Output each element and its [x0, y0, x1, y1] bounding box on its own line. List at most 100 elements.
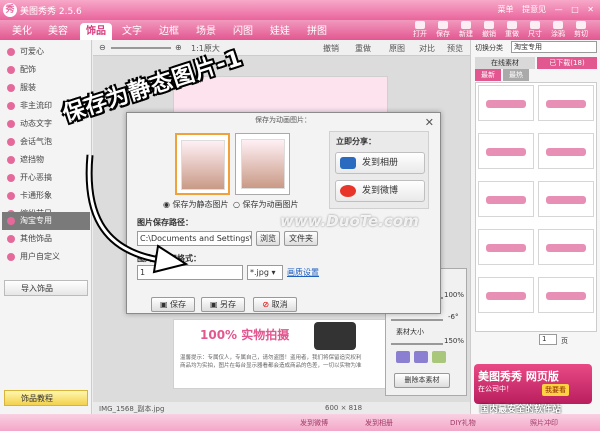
cancel-button[interactable]: ⊘ 取消 [253, 297, 297, 312]
compare-button[interactable]: 对比 [419, 43, 435, 54]
doodle-button[interactable]: 涂鸦 [548, 21, 568, 39]
share-album-button[interactable]: 发到相册 [335, 152, 425, 174]
floppy-icon: ▣ [159, 300, 171, 309]
tab-text[interactable]: 文字 [116, 23, 148, 40]
watermark: www.DuoTe.com [280, 212, 419, 230]
share-album-link[interactable]: 发到相册 [365, 418, 393, 428]
original-button[interactable]: 原图 [389, 43, 405, 54]
cartoon-icon [7, 192, 15, 200]
bow-icon [7, 66, 15, 74]
sidebar-item-speech-bubble[interactable]: 会话气泡 [2, 133, 90, 151]
dialog-close-icon[interactable]: ✕ [425, 116, 434, 129]
crop-button[interactable]: 剪切 [571, 21, 591, 39]
maximize-icon[interactable]: □ [571, 5, 579, 14]
material-thumb[interactable] [478, 85, 534, 121]
size-button[interactable]: 尺寸 [525, 21, 545, 39]
zoom-out-icon[interactable]: ⊖ [99, 43, 106, 52]
tab-face[interactable]: 美容 [42, 23, 74, 40]
page-input[interactable]: 1 [539, 334, 557, 345]
smile-icon [7, 174, 15, 182]
gif-photo [240, 139, 285, 189]
sidebar-item-cute-heart[interactable]: 可爱心 [2, 43, 90, 61]
bubble-icon [7, 138, 15, 146]
mask-icon [7, 156, 15, 164]
material-thumb[interactable] [478, 277, 534, 313]
material-thumb[interactable] [538, 229, 594, 265]
sidebar-item-custom[interactable]: 用户自定义 [2, 248, 90, 266]
tab-frame[interactable]: 边框 [153, 23, 185, 40]
close-icon[interactable]: ✕ [587, 5, 594, 14]
open-button[interactable]: 打开 [410, 21, 430, 39]
feedback-link[interactable]: 提意见 [522, 5, 546, 14]
sidebar-item-funny[interactable]: 开心恶搞 [2, 169, 90, 187]
size-label: 素材大小 [396, 328, 424, 336]
sidebar-item-accessory[interactable]: 配饰 [2, 61, 90, 79]
gif-preview[interactable] [235, 133, 290, 195]
material-thumb[interactable] [478, 229, 534, 265]
sidebar-item-cover[interactable]: 遮挡物 [2, 151, 90, 169]
material-thumb[interactable] [538, 133, 594, 169]
heart-icon [7, 48, 15, 56]
file-name: IMG_1568_副本.jpg [99, 405, 165, 413]
grid-icon [7, 235, 15, 243]
redo-button[interactable]: 重做 [355, 43, 371, 54]
material-thumb[interactable] [538, 181, 594, 217]
material-thumb[interactable] [478, 181, 534, 217]
format-select[interactable]: *.jpg ▾ [247, 265, 283, 280]
share-weibo-link[interactable]: 发到微博 [300, 418, 328, 428]
tab-doll[interactable]: 娃娃 [264, 23, 296, 40]
option-gif[interactable]: ○ 保存为动画图片 [233, 199, 299, 210]
tab-scene[interactable]: 场景 [190, 23, 222, 40]
size-slider[interactable] [391, 343, 443, 345]
promo-cta[interactable]: 我要看 [542, 384, 569, 396]
share-weibo-button[interactable]: 发到微博 [335, 180, 425, 202]
copy-icon[interactable] [432, 351, 446, 363]
folder-button[interactable]: 文件夹 [284, 231, 318, 246]
tab-downloaded[interactable]: 已下载(18) [537, 57, 597, 69]
tutorial-button[interactable]: 饰品教程 [4, 390, 88, 406]
tab-hottest[interactable]: 最热 [503, 69, 529, 81]
material-thumb[interactable] [538, 85, 594, 121]
new-icon [461, 21, 471, 29]
tab-collage[interactable]: 拼图 [301, 23, 333, 40]
stamp-icon [7, 102, 15, 110]
undo-tool-button[interactable]: 撤销 [479, 21, 499, 39]
mirror-icon[interactable] [414, 351, 428, 363]
tab-flash[interactable]: 闪图 [227, 23, 259, 40]
quality-link[interactable]: 画质设置 [287, 267, 319, 278]
tab-beautify[interactable]: 美化 [6, 23, 38, 40]
redo-tool-button[interactable]: 重做 [502, 21, 522, 39]
photo-print-link[interactable]: 照片冲印 [530, 418, 558, 428]
save-tool-button[interactable]: 保存 [433, 21, 453, 39]
material-thumb[interactable] [478, 133, 534, 169]
menu-link[interactable]: 菜单 [498, 5, 514, 14]
material-panel: 切换分类 淘宝专用 在线素材 已下载(18) 最新 最热 页 1 [470, 40, 600, 414]
flip-icon[interactable] [396, 351, 410, 363]
tab-online[interactable]: 在线素材 [475, 57, 535, 69]
sidebar-item-taobao[interactable]: 淘宝专用 [2, 212, 90, 230]
browse-button[interactable]: 浏览 [256, 231, 280, 246]
material-thumb[interactable] [538, 277, 594, 313]
share-title: 立即分享： [336, 137, 376, 146]
preview-button[interactable]: 预览 [447, 43, 463, 54]
import-button[interactable]: 导入饰品 [4, 280, 88, 296]
new-button[interactable]: 新建 [456, 21, 476, 39]
delete-material-button[interactable]: 删除本素材 [394, 373, 450, 388]
camera-icon [314, 322, 356, 350]
undo-button[interactable]: 撤销 [323, 43, 339, 54]
promo-banner[interactable]: 美图秀秀 网页版 在公司中！ 我要看 国内最安全的软件站 [470, 360, 596, 415]
minimize-icon[interactable]: — [555, 5, 563, 14]
rotate-slider[interactable] [391, 319, 443, 321]
app-logo-icon: 秀 [3, 3, 17, 17]
save-button[interactable]: ▣ 保存 [151, 297, 195, 312]
diy-gift-link[interactable]: DIY礼物 [450, 418, 476, 428]
zoom-slider[interactable] [111, 47, 171, 49]
category-select[interactable]: 淘宝专用 [511, 41, 597, 53]
title-bar: 秀 美图秀秀 2.5.6 菜单 提意见 — □ ✕ [0, 0, 600, 20]
zoom-in-icon[interactable]: ⊕ [175, 43, 182, 52]
tab-newest[interactable]: 最新 [475, 69, 501, 81]
sidebar-item-other[interactable]: 其他饰品 [2, 230, 90, 248]
tab-accessories[interactable]: 饰品 [80, 23, 112, 40]
sidebar-item-cartoon[interactable]: 卡通形象 [2, 187, 90, 205]
save-as-button[interactable]: ▣ 另存 [201, 297, 245, 312]
